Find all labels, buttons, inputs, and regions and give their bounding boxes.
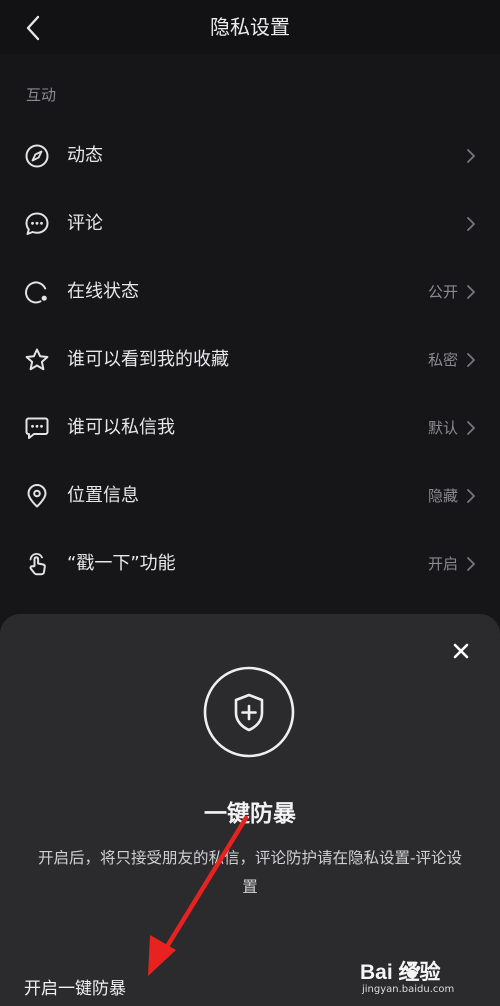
close-icon <box>453 643 469 659</box>
setting-row-location[interactable]: 位置信息 隐藏 <box>0 468 500 524</box>
setting-label: “戳一下”功能 <box>67 553 176 574</box>
setting-row-comments[interactable]: 评论 <box>0 196 500 252</box>
bottom-sheet: 一键防暴 开启后，将只接受朋友的私信，评论防护请在隐私设置-评论设置 开启一键防… <box>0 614 500 1006</box>
setting-row-direct-message[interactable]: 谁可以私信我 默认 <box>0 400 500 456</box>
watermark-url: jingyan.baidu.com <box>362 984 455 995</box>
setting-row-favorites-visibility[interactable]: 谁可以看到我的收藏 私密 <box>0 332 500 388</box>
shield-plus-icon <box>203 666 295 758</box>
setting-row-activity[interactable]: 动态 <box>0 128 500 184</box>
chevron-right-icon <box>467 353 475 367</box>
baidu-jingyan-watermark: Bai 经验 jingyan.baidu.com <box>360 952 490 1002</box>
setting-label: 动态 <box>67 145 103 166</box>
setting-value: 默认 <box>427 419 458 437</box>
header-bar: 隐私设置 <box>0 0 500 54</box>
compass-icon <box>25 144 49 168</box>
setting-value: 开启 <box>427 555 458 573</box>
comment-bubble-icon <box>25 212 49 235</box>
setting-value: 隐藏 <box>427 487 458 505</box>
section-label: 互动 <box>26 86 57 104</box>
paw-icon <box>403 962 421 979</box>
setting-label: 在线状态 <box>67 281 139 302</box>
setting-label: 谁可以私信我 <box>67 417 175 438</box>
page-title: 隐私设置 <box>210 15 290 39</box>
location-pin-icon <box>27 484 47 508</box>
setting-value: 私密 <box>427 351 458 369</box>
setting-row-online-status[interactable]: 在线状态 公开 <box>0 264 500 320</box>
enable-anti-harassment-button[interactable]: 开启一键防暴 <box>24 974 126 999</box>
chevron-right-icon <box>467 557 475 571</box>
setting-value: 公开 <box>427 283 458 301</box>
chevron-right-icon <box>467 489 475 503</box>
message-square-icon <box>25 417 49 439</box>
sheet-description: 开启后，将只接受朋友的私信，评论防护请在隐私设置-评论设置 <box>37 849 463 896</box>
close-button[interactable] <box>450 640 472 662</box>
star-icon <box>25 348 49 371</box>
chevron-right-icon <box>467 149 475 163</box>
tap-finger-icon <box>29 553 46 576</box>
chevron-right-icon <box>467 421 475 435</box>
setting-label: 评论 <box>67 213 103 234</box>
setting-label: 谁可以看到我的收藏 <box>67 349 229 370</box>
chevron-right-icon <box>467 217 475 231</box>
sheet-title: 一键防暴 <box>204 801 296 827</box>
setting-label: 位置信息 <box>67 485 139 506</box>
setting-row-poke[interactable]: “戳一下”功能 开启 <box>0 536 500 592</box>
online-status-icon <box>25 281 47 304</box>
chevron-right-icon <box>467 285 475 299</box>
